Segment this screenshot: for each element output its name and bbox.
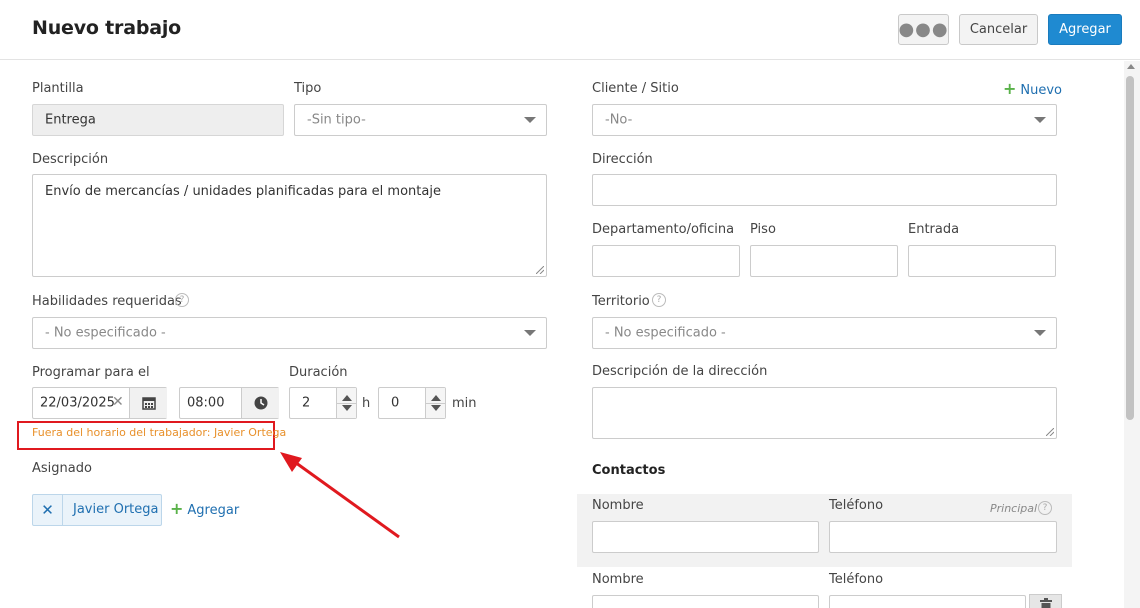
chevron-down-icon [524,330,536,336]
cliente-select[interactable]: -No- [592,104,1057,136]
cliente-value: -No- [605,112,633,128]
territorio-label: Territorio [592,294,650,309]
duracion-label: Duración [289,365,348,380]
plantilla-value: Entrega [45,112,96,128]
annotation-arrow [280,452,400,539]
direccion-input[interactable] [592,174,1057,206]
contact-name-input[interactable] [592,595,819,608]
tipo-label: Tipo [294,81,322,96]
asignado-label: Asignado [32,461,92,476]
hours-value: 2 [302,395,311,411]
piso-input[interactable] [750,245,898,277]
calendar-button[interactable] [129,388,167,418]
contact-name-input[interactable] [592,521,819,553]
assignee-chip: ✕ Javier Ortega [32,494,162,526]
contact-name-label: Nombre [592,572,644,587]
minutes-value: 0 [391,395,400,411]
chevron-down-icon [1034,330,1046,336]
plantilla-label: Plantilla [32,81,84,96]
contact-phone-label: Teléfono [829,572,884,587]
scrollbar-thumb[interactable] [1126,76,1134,420]
hours-spinner[interactable] [336,388,356,418]
clock-button[interactable] [241,388,279,418]
chevron-down-icon [524,117,536,123]
territorio-value: - No especificado - [605,325,726,341]
contact-phone-label: Teléfono [829,498,884,513]
desc-direccion-textarea[interactable] [592,387,1057,439]
departamento-label: Departamento/oficina [592,222,735,237]
hours-stepper[interactable]: 2 [289,387,357,419]
resize-handle-icon[interactable] [1046,428,1054,436]
contact-phone-input[interactable] [829,521,1057,553]
habilidades-value: - No especificado - [45,325,166,341]
plus-icon: + [1003,79,1017,98]
dialog-title: Nuevo trabajo [32,17,182,39]
trash-icon [1039,598,1052,608]
schedule-warning: Fuera del horario del trabajador: Javier… [32,426,287,439]
date-value: 22/03/2025 [40,395,115,411]
tipo-select[interactable]: -Sin tipo- [294,104,547,136]
contact-phone-input[interactable] [829,595,1026,608]
hours-unit: h [362,396,371,411]
departamento-input[interactable] [592,245,740,277]
add-assignee-button[interactable]: + Agregar [170,499,239,518]
time-value: 08:00 [187,395,225,411]
piso-label: Piso [750,222,776,237]
contact-name-label: Nombre [592,498,644,513]
tipo-value: -Sin tipo- [307,112,366,128]
direccion-label: Dirección [592,152,653,167]
plus-icon: + [170,499,184,518]
chevron-down-icon [1034,117,1046,123]
descripcion-label: Descripción [32,152,109,167]
plantilla-field: Entrega [32,104,284,136]
programar-label: Programar para el [32,365,150,380]
principal-label: Principal [990,502,1038,515]
descripcion-textarea[interactable]: Envío de mercancías / unidades planifica… [32,174,547,277]
entrada-input[interactable] [908,245,1056,277]
delete-contact-button[interactable] [1029,594,1062,608]
resize-handle-icon[interactable] [536,266,544,274]
more-options-button[interactable]: ●●● [898,14,949,45]
clear-date-icon[interactable]: ✕ [112,394,124,410]
help-icon[interactable]: ? [1038,501,1052,515]
time-input[interactable]: 08:00 [179,387,279,419]
add-button[interactable]: Agregar [1048,14,1122,45]
minutes-unit: min [452,396,477,411]
habilidades-label: Habilidades requeridas [32,294,182,309]
clock-icon [254,396,267,410]
minutes-stepper[interactable]: 0 [378,387,446,419]
cliente-label: Cliente / Sitio [592,81,679,96]
contactos-title: Contactos [592,463,666,478]
habilidades-select[interactable]: - No especificado - [32,317,547,349]
cancel-button[interactable]: Cancelar [959,14,1038,45]
help-icon[interactable]: ? [652,293,666,307]
descripcion-value: Envío de mercancías / unidades planifica… [45,184,441,199]
entrada-label: Entrada [908,222,960,237]
territorio-select[interactable]: - No especificado - [592,317,1057,349]
calendar-icon [141,397,156,410]
desc-direccion-label: Descripción de la dirección [592,364,768,379]
new-client-label: Nuevo [1020,83,1063,98]
scroll-up-arrow[interactable] [1127,64,1135,69]
remove-assignee-icon[interactable]: ✕ [33,495,63,525]
date-input[interactable]: 22/03/2025 ✕ [32,387,167,419]
minutes-spinner[interactable] [425,388,445,418]
help-icon[interactable]: ? [175,293,189,307]
dialog-header: Nuevo trabajo ●●● Cancelar Agregar [0,0,1140,60]
assignee-name: Javier Ortega [73,502,159,517]
new-client-button[interactable]: + Nuevo [1003,79,1062,98]
add-assignee-label: Agregar [187,503,240,518]
